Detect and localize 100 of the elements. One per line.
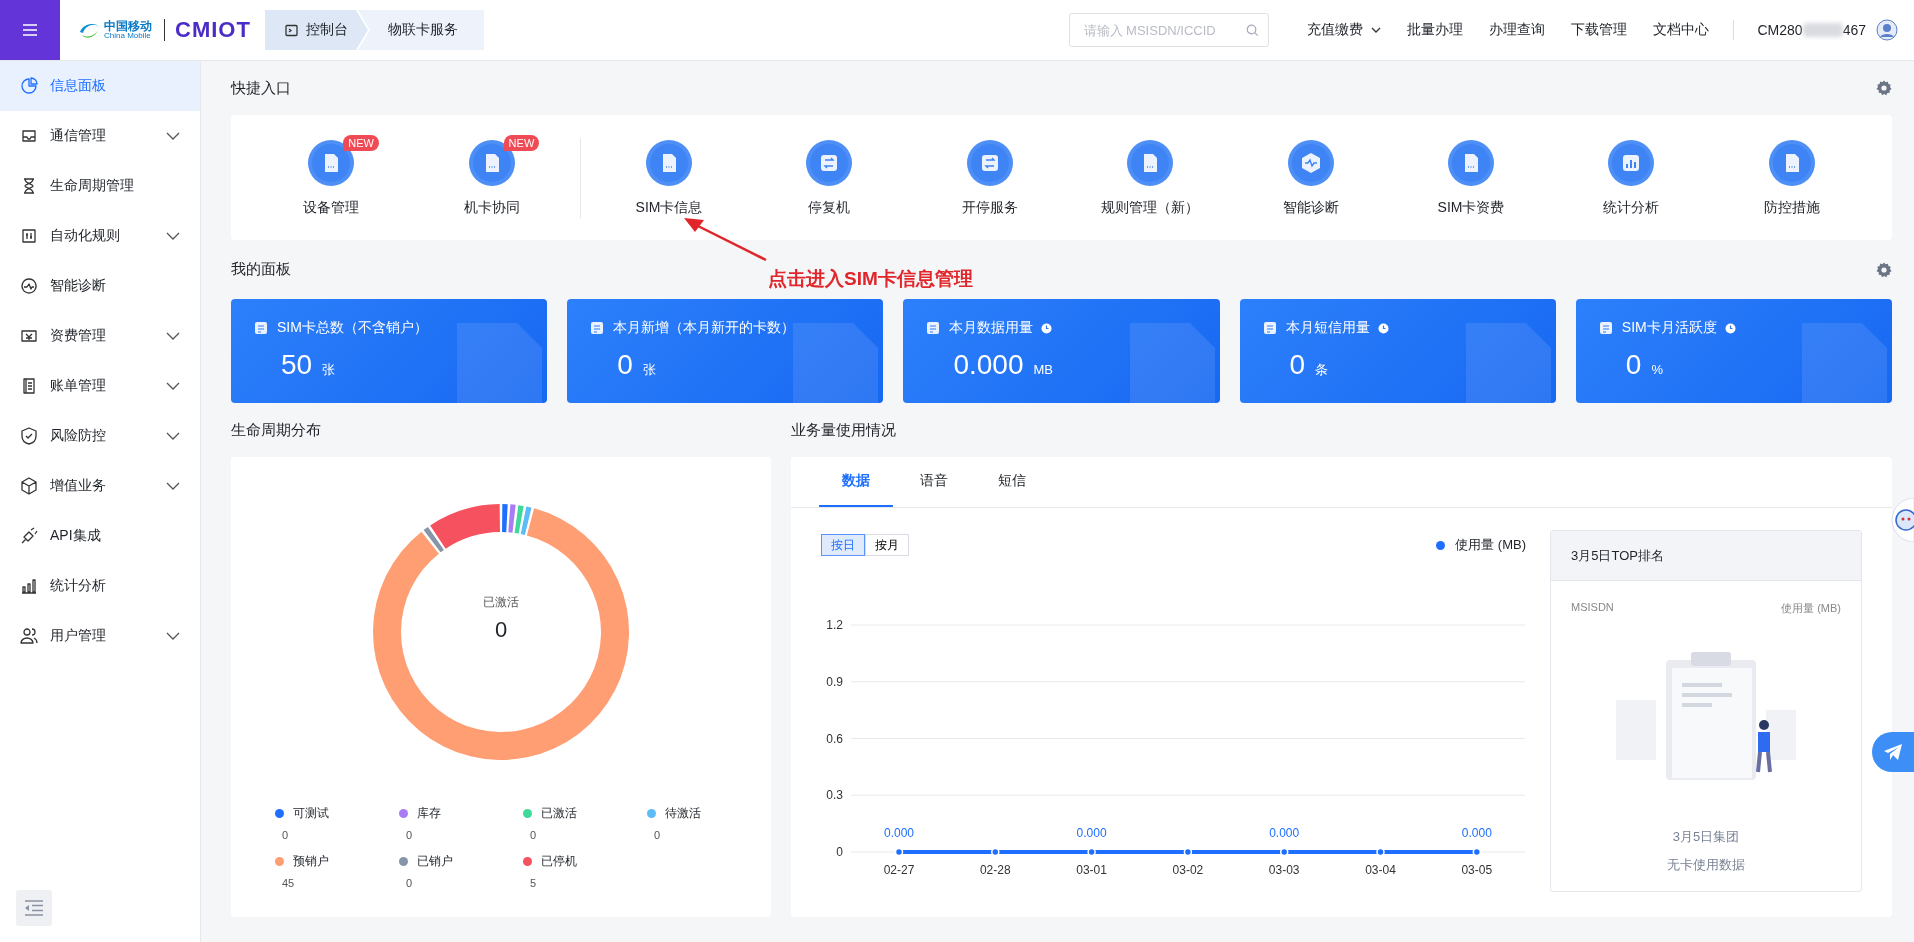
breadcrumb-tab[interactable]: 控制台 [264,10,368,50]
redacted-block [1802,23,1843,37]
legend-label: 已停机 [541,853,577,870]
card-icon [1261,320,1278,336]
legend-label: 已激活 [541,805,577,822]
nav-link[interactable]: 文档中心 [1652,21,1709,39]
quick-entry[interactable]: 规则管理（新） [1070,138,1231,217]
card-unit: 张 [642,361,656,379]
x-axis-label: 02-28 [979,863,1011,877]
quick-entry[interactable]: 统计分析 [1551,138,1712,217]
center-label: 已激活 [483,593,519,611]
assistant-robot-icon[interactable] [1888,498,1914,542]
data-point [1087,847,1096,857]
users-icon [20,627,38,645]
y-axis-label: 0.3 [826,788,843,803]
quick-entry[interactable]: SIM卡信息 [588,138,750,217]
sidebar-item[interactable]: 自动化规则 [0,211,200,261]
product-logo: CMIOT [164,19,251,41]
card-unit: MB [1033,362,1053,377]
sidebar-item[interactable]: 用户管理 [0,611,200,661]
annotation-text: 点击进入SIM卡信息管理 [768,267,973,291]
collapse-sidebar-button[interactable] [16,890,52,926]
quick-entry[interactable]: SIM卡资费 [1390,138,1552,217]
sidebar-item[interactable]: 信息面板 [0,61,200,111]
nav-link[interactable]: 充值缴费 [1306,21,1381,39]
swap-arrows-icon [965,138,1014,187]
paper-plane-icon [1883,743,1903,761]
sidebar-item[interactable]: 统计分析 [0,561,200,611]
menu-icon [22,23,38,37]
value-label: 0.000 [1076,826,1107,840]
sidebar-item[interactable]: 智能诊断 [0,261,200,311]
card-value: 0 [1625,349,1642,381]
legend-value: 5 [529,877,538,889]
avatar-icon[interactable] [1876,19,1898,41]
period-toggle-button[interactable]: 按日 [821,534,865,556]
data-point [894,847,904,857]
nav-link[interactable]: 办理查询 [1488,21,1545,39]
search-field[interactable]: 请输入 MSISDN/ICCID [1068,13,1269,47]
y-axis-label: 0.9 [826,674,843,689]
section-title: 快捷入口 [231,78,291,98]
console-icon [284,23,298,37]
sidebar-item[interactable]: 账单管理 [0,361,200,411]
new-badge: NEW [503,134,540,151]
sidebar-item[interactable]: 风险防控 [0,411,200,461]
sidebar-item[interactable]: 增值业务 [0,461,200,511]
legend-value: 0 [405,829,414,841]
nav-link[interactable]: 下载管理 [1570,21,1627,39]
settings-icon[interactable] [1876,80,1892,96]
send-float-button[interactable] [1872,732,1914,772]
rule-icon [20,227,38,245]
period-toggle-button[interactable]: 按月 [865,534,909,556]
bar-chart-icon [20,577,38,595]
tab[interactable]: 语音 [897,457,971,507]
bill-icon [20,377,38,395]
y-axis-label: 0.6 [826,731,843,746]
section-title: 生命周期分布 [231,420,321,440]
data-point [1183,847,1193,857]
column-header: 使用量 (MB) [1781,601,1841,616]
empty-state-text: 无卡使用数据 [1667,856,1745,874]
quick-entry[interactable]: 智能诊断 [1230,138,1391,217]
y-axis-label: 0 [836,845,843,859]
card-icon [925,320,942,336]
plug-icon [20,527,38,545]
settings-icon[interactable] [1876,261,1892,278]
card-title: SIM卡总数（不含销户） [277,319,428,337]
quick-entry[interactable]: 防控措施 [1711,138,1873,217]
wallet-icon [20,327,38,345]
pulse-icon [1286,138,1335,187]
legend-value: 0 [281,829,290,841]
card-value: 0 [1289,349,1306,381]
sidebar-item[interactable]: API集成 [0,511,200,561]
tab[interactable]: 短信 [975,457,1049,507]
pulse-icon [20,277,38,295]
card-value: 0 [617,349,633,381]
breadcrumb-tab[interactable]: 物联卡服务 [357,10,484,50]
card-title: 本月数据用量 [949,319,1034,337]
card-title: 本月短信用量 [1285,319,1370,337]
tab[interactable]: 数据 [819,457,893,507]
card-title: SIM卡月活跃度 [1621,319,1717,337]
legend-label: 预销户 [293,853,329,870]
value-label: 0.000 [1461,826,1492,840]
bar-chart-icon [1607,138,1656,187]
nav-link[interactable]: 批量办理 [1406,21,1463,39]
section-title: 我的面板 [231,260,291,279]
data-point [1376,847,1385,857]
legend-value: 0 [653,829,662,841]
quick-entry[interactable]: 停复机 [749,138,910,217]
sidebar-item[interactable]: 资费管理 [0,311,200,361]
sidebar-item[interactable]: 通信管理 [0,111,200,161]
sidebar-item[interactable]: 生命周期管理 [0,161,200,211]
document-icon [1767,138,1816,187]
card-unit: % [1651,362,1663,377]
swap-arrows-icon [805,138,854,187]
card-title: 本月新增（本月新开的卡数） [613,319,796,337]
pie-chart-icon [20,77,38,95]
legend-label: 库存 [417,805,441,822]
menu-button[interactable] [0,0,60,60]
quick-entry[interactable]: 开停服务 [909,138,1071,217]
legend-value: 0 [405,877,414,889]
brand-subtitle: China Mobile [104,32,151,40]
